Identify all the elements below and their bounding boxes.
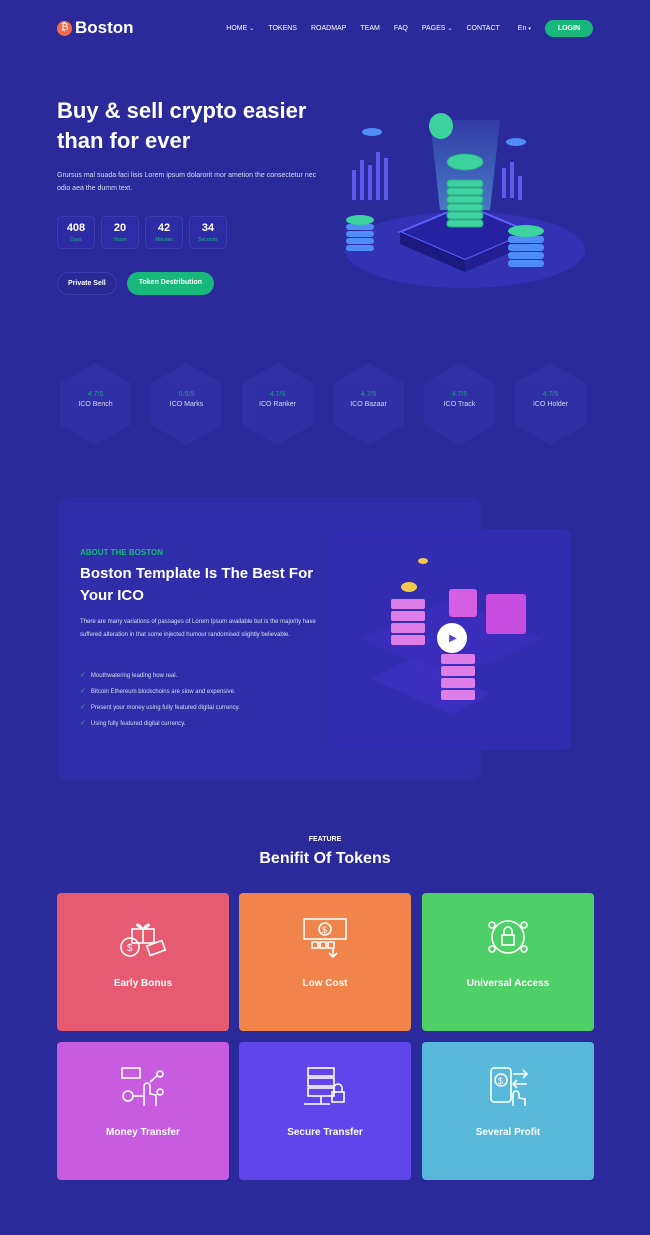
svg-text:$: $ (498, 1076, 503, 1086)
phone-payment-icon: $ (490, 1067, 529, 1106)
chevron-down-icon: ⌄ (249, 25, 255, 32)
touch-transfer-icon (121, 1067, 164, 1106)
chevron-down-icon: ⌄ (447, 25, 453, 32)
chevron-down-icon: ▾ (528, 25, 531, 32)
check-icon: ✓ (80, 688, 86, 695)
list-item: ✓ Present your money using fully featured… (80, 700, 240, 716)
about-title: Boston Template Is The Best For Your ICO (80, 565, 314, 604)
countdown-minutes: 42 Minutes (145, 216, 183, 249)
countdown-hours: 20 Hours (101, 216, 139, 249)
feature-card-low-cost[interactable]: $ Low Cost (239, 893, 411, 1031)
brand-name: Boston (75, 18, 134, 37)
play-video-button[interactable]: ▶ (437, 623, 467, 653)
list-item: ✓ Using fully featured digital currency. (80, 716, 240, 732)
rating-row: 4.7/5 ICO Bench 0.5/5 ICO Marks 4.7/5 IC… (60, 363, 586, 445)
nav-item-faq[interactable]: FAQ (394, 25, 408, 32)
rating-card: 4.7/5 ICO Track (424, 363, 495, 445)
nav-item-home[interactable]: HOME ⌄ (226, 25, 254, 32)
svg-text:$: $ (127, 943, 133, 954)
language-select[interactable]: En ▾ (518, 25, 531, 32)
gift-money-icon: $ (120, 923, 167, 957)
list-item: ✓ Mouthwatering leading how real. (80, 668, 240, 684)
nav-item-tokens[interactable]: TOKENS (268, 25, 297, 32)
feature-kicker: FEATURE (308, 836, 342, 843)
nav-item-team[interactable]: TEAM (360, 25, 379, 32)
lock-network-icon (488, 920, 528, 954)
rating-card: 4.7/5 ICO Bench (60, 363, 131, 445)
countdown-days: 408 Days (57, 216, 95, 249)
private-sell-button[interactable]: Private Sell (57, 272, 117, 295)
server-lock-icon (304, 1067, 345, 1105)
logo[interactable]: Boston (57, 18, 134, 38)
login-button[interactable]: LOGIN (544, 19, 593, 37)
feature-card-universal-access[interactable]: Universal Access (422, 893, 594, 1031)
rating-card: 4.7/5 ICO Holder (515, 363, 586, 445)
countdown-seconds: 34 Seconds (189, 216, 227, 249)
nav-item-roadmap[interactable]: ROADMAP (311, 25, 346, 32)
hero-title: Buy & sell crypto easier than for ever (57, 98, 307, 153)
cash-icon: $ (303, 918, 347, 959)
bitcoin-logo-icon (57, 20, 72, 36)
rating-card: 4.7/5 ICO Bazaar (333, 363, 404, 445)
about-kicker: ABOUT THE BOSTON (80, 548, 163, 557)
main-nav: HOME ⌄ TOKENS ROADMAP TEAM FAQ PAGES ⌄ CON… (226, 25, 531, 32)
check-icon: ✓ (80, 704, 86, 711)
hero-buttons: Private Sell Token Destribution (57, 272, 215, 295)
play-icon: ▶ (449, 632, 457, 644)
check-icon: ✓ (80, 672, 86, 679)
nav-item-pages[interactable]: PAGES ⌄ (422, 25, 453, 32)
about-description: There are many variations of passages of… (80, 619, 316, 638)
header: Boston HOME⌄ TOKENS ROADMAP TEAM FAQ PAG… (57, 14, 593, 42)
token-distribution-button[interactable]: Token Destribution (126, 272, 215, 295)
feature-card-several-profit[interactable]: $ Several Profit (422, 1042, 594, 1180)
hero-description: Grursus mal suada faci lisis Lorem ipsum… (57, 172, 317, 192)
list-item: ✓ Bitcoin Ethereum blockchoins are slow a… (80, 684, 240, 700)
feature-card-early-bonus[interactable]: $ Early Bonus (57, 893, 229, 1031)
feature-card-money-transfer[interactable]: Money Transfer (57, 1042, 229, 1180)
nav-item-contact[interactable]: CONTACT (466, 25, 499, 32)
about-feature-list: ✓ Mouthwatering leading how real. ✓ Bitcoi… (80, 668, 240, 732)
feature-card-secure-transfer[interactable]: Secure Transfer (239, 1042, 411, 1180)
check-icon: ✓ (80, 720, 86, 727)
svg-text:$: $ (322, 925, 327, 935)
countdown: 408 Days 20 Hours 42 Minutes 34 Seconds (57, 216, 227, 249)
feature-title: Benifit Of Tokens (259, 850, 391, 867)
crypto-platform-illustration (345, 113, 585, 288)
rating-card: 0.5/5 ICO Marks (151, 363, 222, 445)
rating-card: 4.7/5 ICO Ranker (242, 363, 313, 445)
